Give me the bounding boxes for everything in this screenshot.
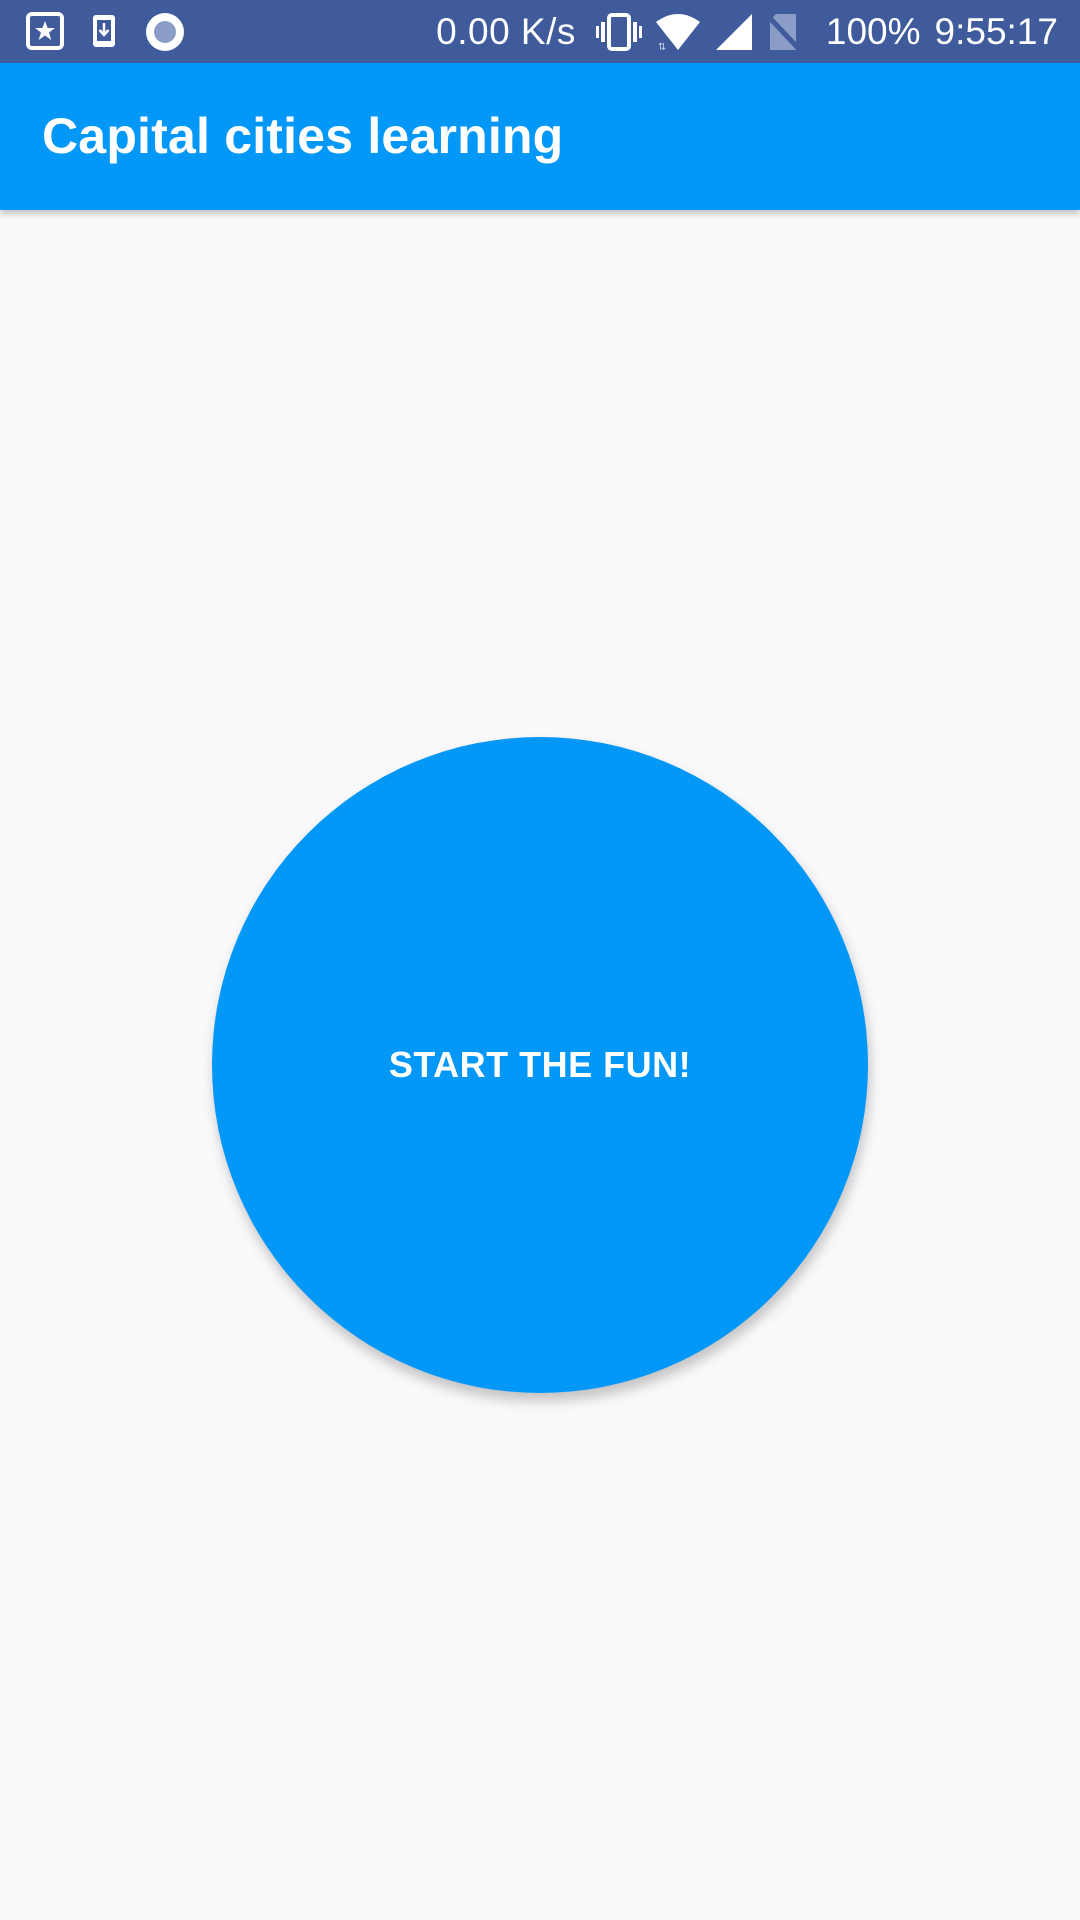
network-speed: 0.00 K/s [436,10,576,52]
status-left-icons [26,12,212,52]
bookmark-star-icon [26,12,66,52]
start-button[interactable]: START THE FUN! [212,737,868,1393]
wifi-icon: ⇅ [654,12,702,52]
vibrate-icon [595,12,642,52]
app-title: Capital cities learning [42,108,564,164]
status-bar: 0.00 K/s ⇅ 100% 9:55:17 [0,0,1080,63]
status-right-icons: 0.00 K/s ⇅ 100% 9:55:17 [436,0,1058,63]
app-bar: Capital cities learning [0,63,1080,210]
no-sim-icon [766,12,800,52]
download-icon [92,14,118,50]
battery-percentage: 100% [825,10,921,52]
clock: 9:55:17 [934,10,1058,52]
start-button-label: START THE FUN! [388,1044,692,1085]
cell-signal-icon [714,12,754,52]
record-icon [144,11,186,53]
svg-text:⇅: ⇅ [658,42,666,52]
